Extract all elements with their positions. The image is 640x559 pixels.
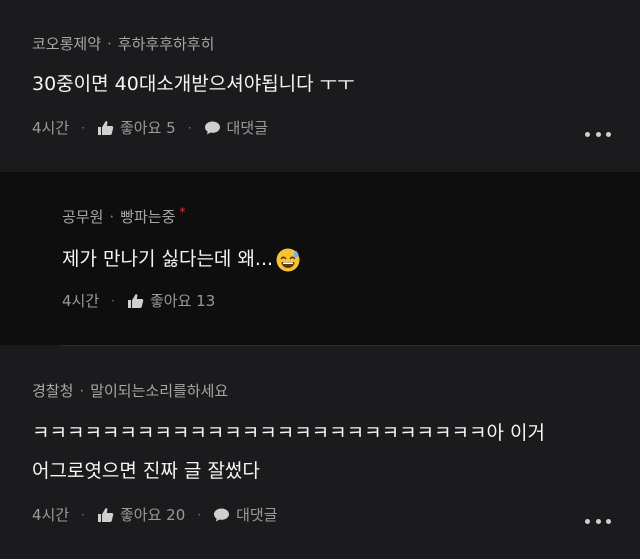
comment-actions: 4시간 · 좋아요 13 [62,290,215,311]
like-button[interactable]: 좋아요 20 [97,504,185,525]
comment-text-line-2: 어그로엿으면 진짜 글 잘썼다 [32,460,260,482]
comment-text-line-1: ㅋㅋㅋㅋㅋㅋㅋㅋㅋㅋㅋㅋㅋㅋㅋㅋㅋㅋㅋㅋㅋㅋㅋㅋㅋㅋ아 이거 [32,422,545,444]
meta-separator: · [107,35,112,53]
like-count-label: 좋아요 5 [119,119,176,137]
comment-meta: 경찰청 · 말이되는소리를하세요 [32,380,228,401]
comment-nickname[interactable]: 말이되는소리를하세요 [90,382,228,400]
comment-author[interactable]: 경찰청 [32,382,73,400]
comment-time: 4시간 [32,119,70,137]
like-button[interactable]: 좋아요 13 [127,290,215,311]
more-options-icon[interactable] [585,132,611,138]
comment-text-body: 제가 만나기 싫다는데 왜... [62,248,274,270]
action-separator: · [111,293,115,308]
speech-bubble-icon [214,508,230,521]
thumbs-up-icon [127,293,144,308]
like-count-label: 좋아요 13 [149,292,216,310]
comment-item: 코오롱제약 · 후하후후하후히 30중이면 40대소개받으셔야됩니다 ㅜㅜ 4시간 … [0,0,640,172]
action-separator: · [81,507,85,522]
meta-separator: · [109,208,115,226]
thumbs-up-icon [97,120,114,135]
comment-meta: 공무원 · 빵파는중 * [62,205,185,227]
comment-text: 30중이면 40대소개받으셔야됩니다 ㅜㅜ [32,73,355,95]
more-options-icon[interactable] [585,519,611,525]
comment-author[interactable]: 공무원 [62,208,103,226]
meta-separator: · [79,382,85,400]
reply-label: 대댓글 [226,119,268,137]
action-separator: · [81,120,85,135]
speech-bubble-icon [204,121,220,134]
sweat-smile-emoji [276,248,300,271]
author-badge: * [179,205,186,219]
like-button[interactable]: 좋아요 5 [97,117,176,138]
reply-button[interactable]: 대댓글 [204,117,268,138]
comment-meta: 코오롱제약 · 후하후후하후히 [32,33,214,54]
reply-comment-item: 공무원 · 빵파는중 * 제가 만나기 싫다는데 왜... 4시간 · 좋아요 13 [0,172,640,345]
comment-nickname[interactable]: 후하후후하후히 [118,35,215,53]
action-separator: · [187,120,192,135]
comment-actions: 4시간 · 좋아요 20 · 대댓글 [32,504,277,525]
comment-time: 4시간 [32,506,70,524]
comment-nickname[interactable]: 빵파는중 [120,208,175,226]
thumbs-up-icon [97,507,114,522]
action-separator: · [197,507,202,522]
comment-time: 4시간 [62,292,100,310]
comment-author[interactable]: 코오롱제약 [32,35,101,53]
reply-label: 대댓글 [236,506,278,524]
comment-actions: 4시간 · 좋아요 5 · 대댓글 [32,117,268,138]
like-count-label: 좋아요 20 [119,506,186,524]
comment-item: 경찰청 · 말이되는소리를하세요 ㅋㅋㅋㅋㅋㅋㅋㅋㅋㅋㅋㅋㅋㅋㅋㅋㅋㅋㅋㅋㅋㅋㅋㅋㅋ… [0,346,640,559]
reply-button[interactable]: 대댓글 [213,504,277,525]
comment-text: 제가 만나기 싫다는데 왜... [62,244,301,273]
